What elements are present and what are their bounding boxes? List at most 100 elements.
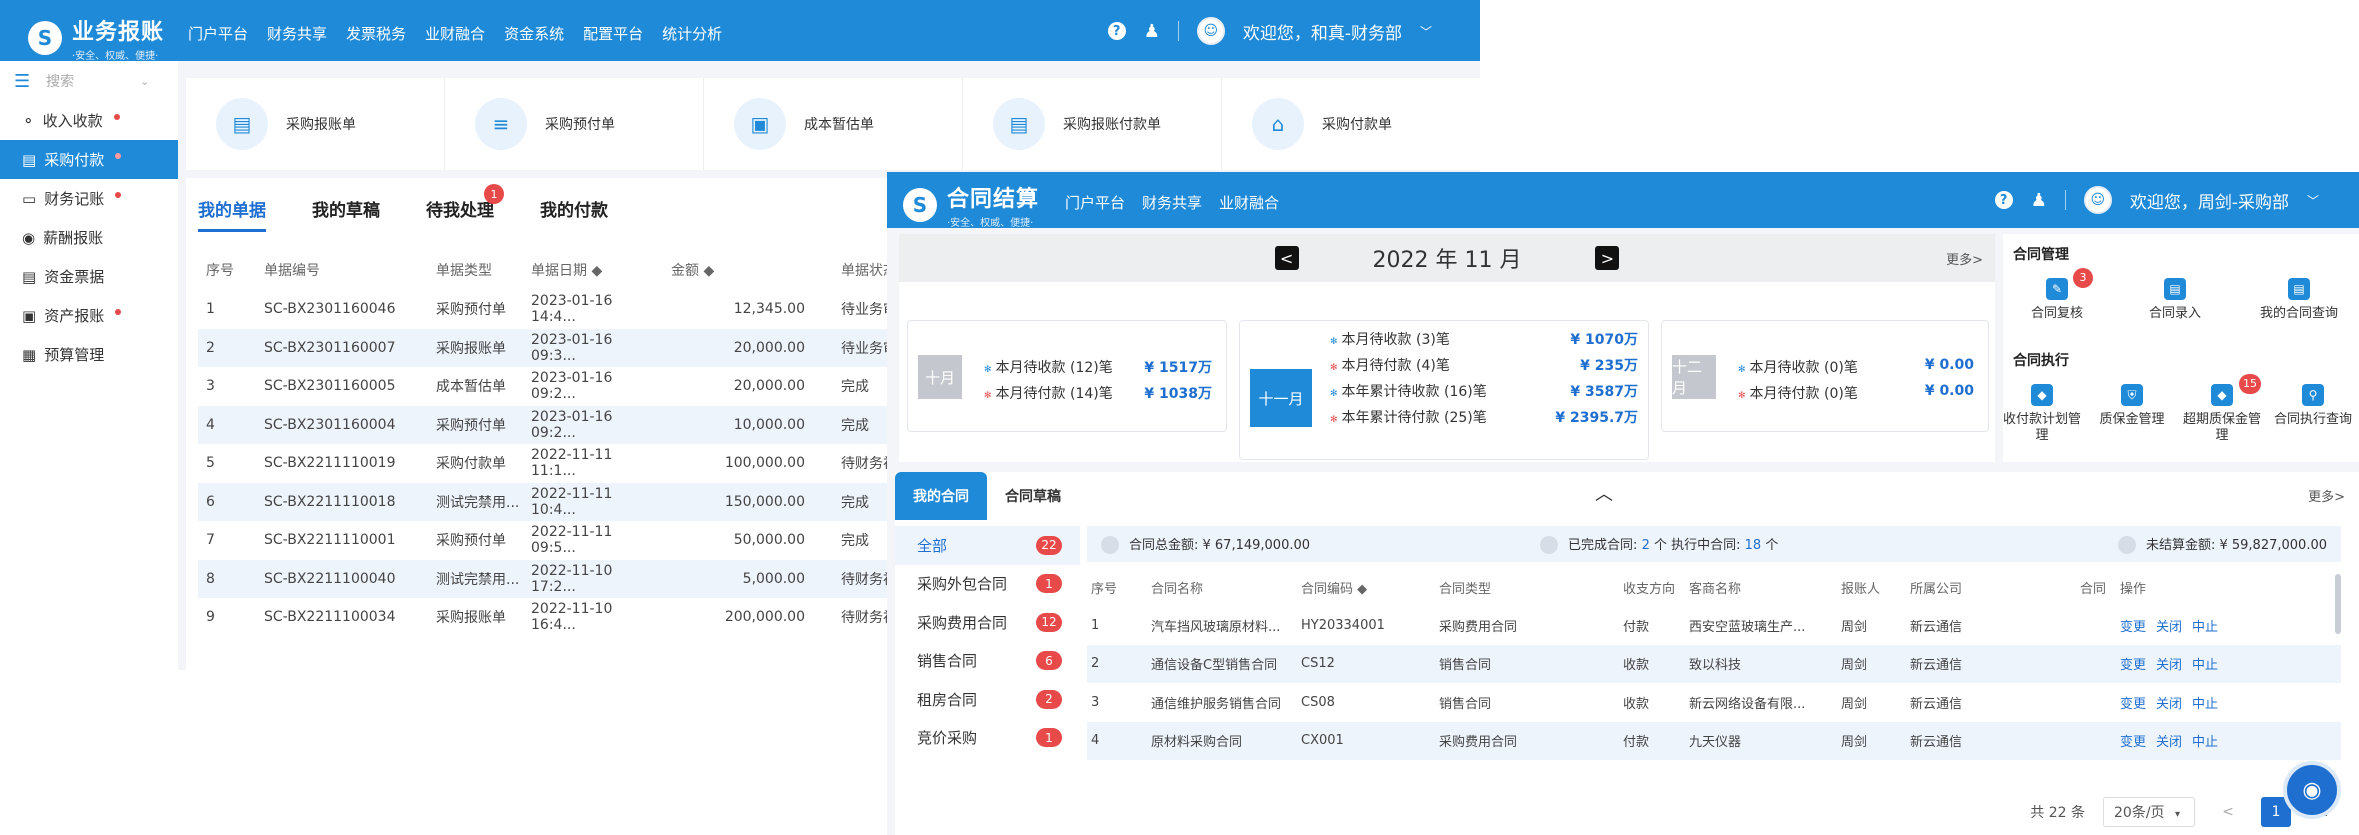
- col-amount[interactable]: 金额 ◆: [653, 250, 813, 290]
- chevron-down-icon[interactable]: ﹀: [2307, 192, 2319, 209]
- sidebar-item-bookkeeping[interactable]: ▭ 财务记账: [0, 179, 178, 218]
- contract-review-button[interactable]: ✎ 3 合同复核: [2007, 268, 2107, 322]
- sidebar-item-funds[interactable]: ▤ 资金票据: [0, 257, 178, 296]
- nav-item[interactable]: 资金系统: [504, 23, 564, 44]
- menu-icon[interactable]: ☰: [14, 71, 30, 92]
- user-group-icon[interactable]: ♟: [2031, 190, 2047, 211]
- sidebar-item-salary[interactable]: ◉ 薪酬报账: [0, 218, 178, 257]
- user-group-icon[interactable]: ♟: [1144, 21, 1160, 42]
- calendar-more-link[interactable]: 更多>: [1946, 249, 1983, 268]
- contracts-more-link[interactable]: 更多>: [2308, 486, 2345, 505]
- user-greeting[interactable]: 欢迎您，周剑-采购部: [2130, 188, 2289, 213]
- nav-item[interactable]: 发票税务: [346, 23, 406, 44]
- chevron-down-icon[interactable]: ⌄: [140, 75, 149, 88]
- sidebar-item-assets[interactable]: ▣ 资产报账: [0, 296, 178, 335]
- help-icon[interactable]: ?: [1107, 22, 1126, 40]
- doc-number-link[interactable]: SC-BX2301160046: [264, 290, 436, 329]
- suspend-action[interactable]: 中止: [2192, 620, 2218, 635]
- nav-item[interactable]: 业财融合: [1219, 192, 1279, 213]
- search-placeholder[interactable]: 搜索: [46, 71, 74, 91]
- quick-purchase-reimbursement[interactable]: ▤ 采购报账单: [186, 78, 445, 170]
- user-greeting[interactable]: 欢迎您，和真-财务部: [1243, 19, 1402, 44]
- doc-number-link[interactable]: SC-BX2211100040: [264, 559, 436, 598]
- doc-number-link[interactable]: SC-BX2301160007: [264, 328, 436, 367]
- overdue-warranty-button[interactable]: ◆ 15 超期质保金管理: [2177, 374, 2267, 444]
- tab-contract-drafts[interactable]: 合同草稿: [987, 472, 1079, 520]
- month-card-nov[interactable]: 十一月 ✻ 本月待收款 (3)笔 ¥ 1070万 ✻ 本月待付款 (4)笔 ¥ 235万…: [1239, 320, 1649, 460]
- month-card-dec[interactable]: 十二月 ✻ 本月待收款 (0)笔 ¥ 0.00 ✻ 本月待付款 (0)笔 ¥ 0.00: [1661, 320, 1989, 432]
- category-item[interactable]: 采购费用合同 12: [895, 603, 1080, 642]
- nav-item[interactable]: 业财融合: [425, 23, 485, 44]
- help-icon[interactable]: ?: [1994, 191, 2013, 209]
- contract-code-link[interactable]: CX001: [1301, 721, 1439, 760]
- tab-my-payments[interactable]: 我的付款: [540, 196, 608, 232]
- quick-purchase-prepay[interactable]: ≡ 采购预付单: [445, 78, 704, 170]
- warranty-management-button[interactable]: ⛨ 质保金管理: [2087, 384, 2177, 428]
- category-item[interactable]: 全部 22: [895, 526, 1080, 565]
- sidebar-item-income[interactable]: ⚬ 收入收款: [0, 101, 178, 140]
- tab-my-documents[interactable]: 我的单据: [198, 196, 266, 232]
- my-contract-query-button[interactable]: ▤ 我的合同查询: [2249, 278, 2349, 322]
- tab-my-contracts[interactable]: 我的合同: [895, 472, 987, 520]
- change-action[interactable]: 变更: [2120, 697, 2146, 712]
- col-doc-date[interactable]: 单据日期 ◆: [531, 250, 653, 290]
- close-action[interactable]: 关闭: [2156, 620, 2182, 635]
- next-month-button[interactable]: >: [1595, 246, 1620, 270]
- table-row[interactable]: 3 通信维护服务销售合同 CS08 销售合同 收款 新云网络设备有限... 周剑 新云通信 变更…: [1087, 683, 2341, 722]
- app-logo[interactable]: S 业务报账 ·安全、权威、便捷·: [28, 14, 164, 62]
- avatar[interactable]: ☺: [2083, 186, 2112, 214]
- prev-month-button[interactable]: <: [1274, 246, 1299, 270]
- category-item[interactable]: 竞价采购 1: [895, 719, 1080, 758]
- nav-item[interactable]: 门户平台: [1065, 192, 1125, 213]
- doc-number-link[interactable]: SC-BX2211110001: [264, 521, 436, 560]
- category-item[interactable]: 采购外包合同 1: [895, 565, 1080, 604]
- doc-number-link[interactable]: SC-BX2301160004: [264, 405, 436, 444]
- contract-entry-button[interactable]: ▤ 合同录入: [2125, 278, 2225, 322]
- quick-cost-estimate[interactable]: ▣ 成本暂估单: [704, 78, 963, 170]
- avatar[interactable]: ☺: [1196, 17, 1225, 45]
- table-row[interactable]: 2 通信设备C型销售合同 CS12 销售合同 收款 致以科技 周剑 新云通信 变更 关闭 中止: [1087, 644, 2341, 683]
- sidebar-item-purchase-payment[interactable]: ▤ 采购付款: [0, 140, 178, 179]
- page-size-select[interactable]: 20条/页 ▾: [2103, 797, 2195, 827]
- tab-my-drafts[interactable]: 我的草稿: [312, 196, 380, 232]
- close-action[interactable]: 关闭: [2156, 697, 2182, 712]
- close-action[interactable]: 关闭: [2156, 658, 2182, 673]
- contract-code-link[interactable]: HY20334001: [1301, 606, 1439, 645]
- change-action[interactable]: 变更: [2120, 658, 2146, 673]
- quick-reimbursement-payment[interactable]: ▤ 采购报账付款单: [963, 78, 1222, 170]
- suspend-action[interactable]: 中止: [2192, 735, 2218, 750]
- col-contract-code[interactable]: 合同编码 ◆: [1301, 568, 1439, 606]
- sidebar-search[interactable]: ☰ 搜索 ⌄: [0, 61, 178, 101]
- category-item[interactable]: 租房合同 2: [895, 680, 1080, 719]
- execution-query-button[interactable]: ⚲ 合同执行查询: [2267, 384, 2359, 428]
- quick-purchase-payment[interactable]: ⌂ 采购付款单: [1222, 78, 1480, 170]
- doc-number-link[interactable]: SC-BX2211110018: [264, 482, 436, 521]
- nav-item[interactable]: 财务共享: [1142, 192, 1202, 213]
- suspend-action[interactable]: 中止: [2192, 658, 2218, 673]
- table-row[interactable]: 1 汽车挡风玻璃原材料... HY20334001 采购费用合同 付款 西安空蓝玻璃生产.…: [1087, 606, 2341, 645]
- nav-item[interactable]: 配置平台: [583, 23, 643, 44]
- suspend-action[interactable]: 中止: [2192, 697, 2218, 712]
- nav-item[interactable]: 统计分析: [662, 23, 722, 44]
- vertical-scrollbar[interactable]: [2335, 574, 2341, 634]
- nav-item[interactable]: 财务共享: [267, 23, 327, 44]
- chevron-down-icon[interactable]: ﹀: [1420, 23, 1432, 40]
- contract-code-link[interactable]: CS12: [1301, 644, 1439, 683]
- doc-number-link[interactable]: SC-BX2211100034: [264, 598, 436, 637]
- change-action[interactable]: 变更: [2120, 735, 2146, 750]
- contract-code-link[interactable]: CS08: [1301, 683, 1439, 722]
- month-card-oct[interactable]: 十月 ✻ 本月待收款 (12)笔 ¥ 1517万 ✻ 本月待付款 (14)笔 ¥ 103…: [907, 320, 1227, 432]
- assistant-robot-icon[interactable]: ◉: [2283, 761, 2341, 819]
- change-action[interactable]: 变更: [2120, 620, 2146, 635]
- category-item[interactable]: 销售合同 6: [895, 642, 1080, 681]
- sidebar-item-budget[interactable]: ▦ 预算管理: [0, 335, 178, 374]
- close-action[interactable]: 关闭: [2156, 735, 2182, 750]
- collapse-icon[interactable]: ︿: [1595, 480, 1613, 506]
- tab-pending[interactable]: 待我处理 1: [426, 184, 504, 232]
- doc-number-link[interactable]: SC-BX2301160005: [264, 367, 436, 406]
- app-logo[interactable]: S 合同结算 ·安全、权威、便捷·: [903, 181, 1039, 229]
- prev-page-button[interactable]: <: [2213, 797, 2243, 827]
- nav-item[interactable]: 门户平台: [188, 23, 248, 44]
- table-row[interactable]: 4 原材料采购合同 CX001 采购费用合同 付款 九天仪器 周剑 新云通信 变更 关闭 中止: [1087, 721, 2341, 760]
- payment-plan-button[interactable]: ◆ 收付款计划管理: [1997, 384, 2087, 444]
